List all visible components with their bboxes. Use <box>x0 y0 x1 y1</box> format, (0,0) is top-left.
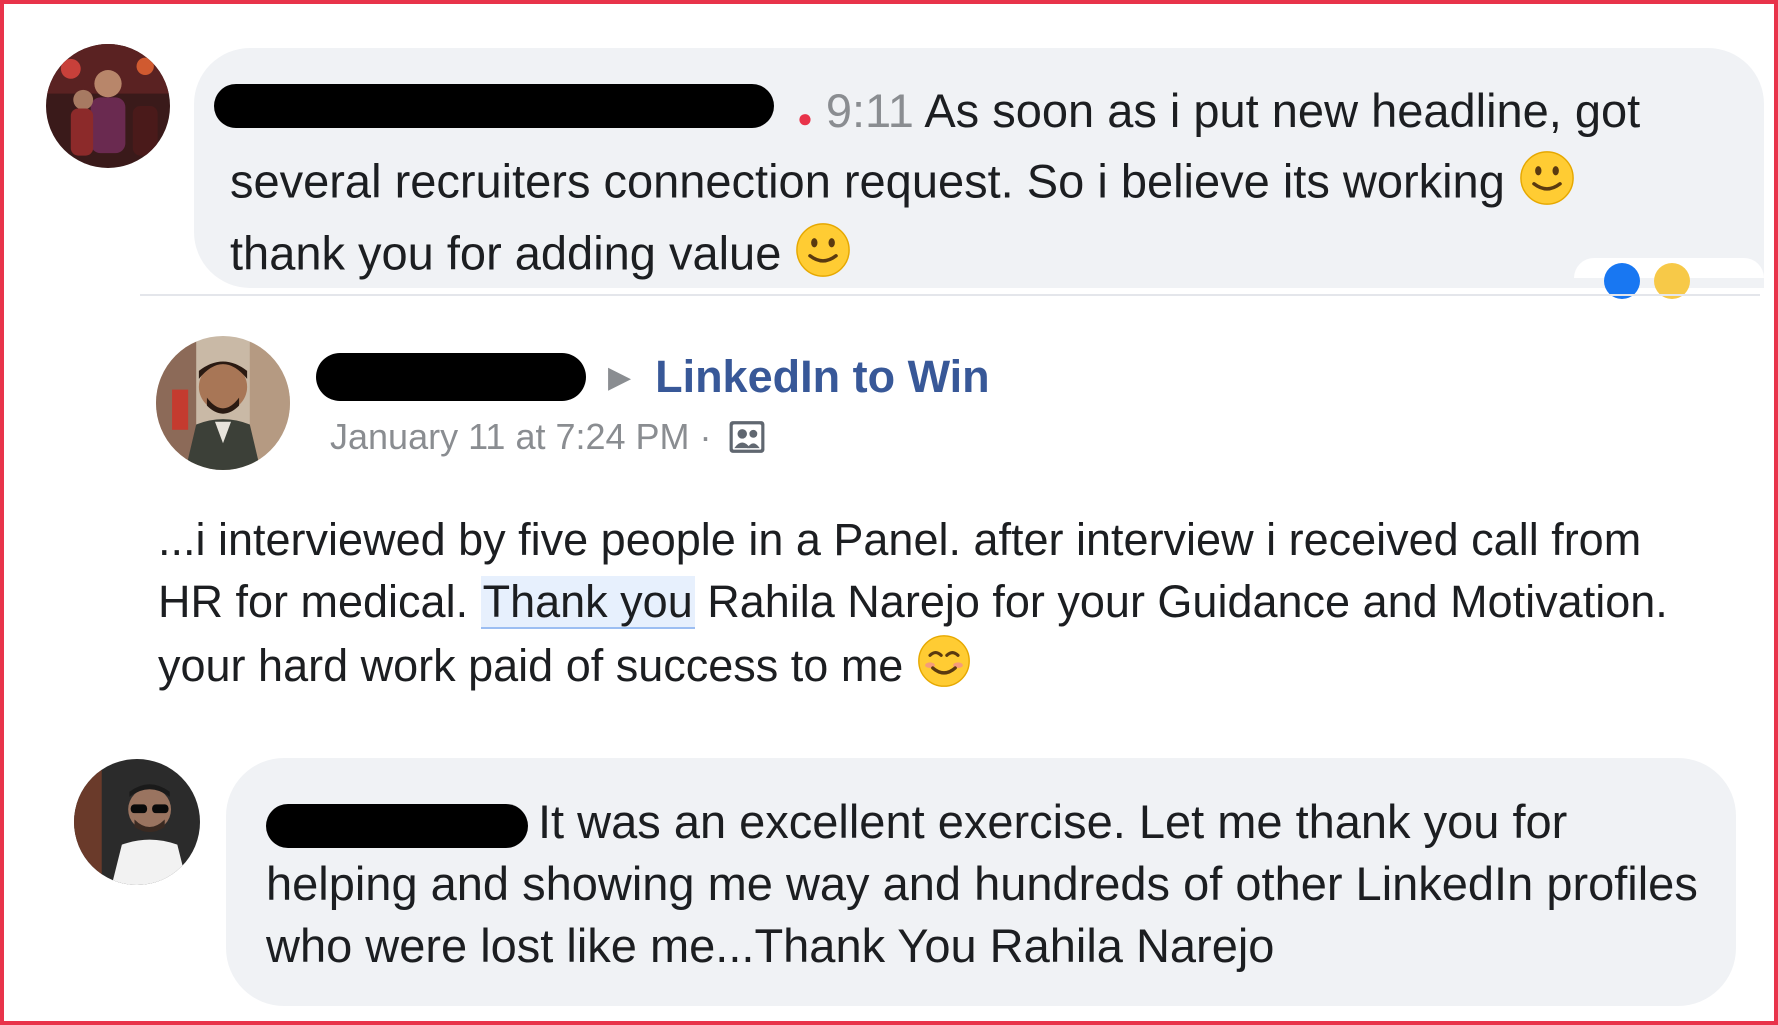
post-body: ...i interviewed by five people in a Pan… <box>158 509 1718 705</box>
screenshot-frame: ● 9:11 As soon as i put new headline, go… <box>0 0 1778 1025</box>
group-icon[interactable] <box>728 418 766 456</box>
comment-1-avatar[interactable] <box>46 44 170 168</box>
comment-1-text: ● 9:11 As soon as i put new headline, go… <box>230 80 1730 293</box>
shared-to-arrow-icon: ▶ <box>608 360 632 394</box>
slightly-smiling-face-icon <box>1518 149 1576 221</box>
smiling-face-with-smiling-eyes-icon <box>916 633 972 705</box>
comment-1-time-dot: ● <box>797 103 813 133</box>
comment-2-author-redacted <box>266 803 528 848</box>
meta-separator: · <box>699 416 712 457</box>
post-timestamp[interactable]: January 11 at 7:24 PM <box>330 416 690 458</box>
slightly-smiling-face-icon <box>794 221 852 293</box>
group-name-link[interactable]: LinkedIn to Win <box>655 351 990 403</box>
comment-1-body: As soon as i put new headline, got sever… <box>230 84 1641 208</box>
post-author-redacted <box>316 353 586 401</box>
comment-1-body-line-3: thank you for adding value <box>230 226 782 280</box>
comment-2-text: It was an excellent exercise. Let me tha… <box>266 791 1726 977</box>
post-author-avatar[interactable] <box>156 336 290 470</box>
post-meta: January 11 at 7:24 PM · <box>330 416 766 458</box>
highlighted-text[interactable]: Thank you <box>480 576 695 629</box>
comment-1-timestamp[interactable]: 9:11 <box>826 84 914 137</box>
comment-2-avatar[interactable] <box>74 759 200 885</box>
post-header: ▶ LinkedIn to Win <box>316 349 990 405</box>
section-divider <box>140 294 1760 296</box>
